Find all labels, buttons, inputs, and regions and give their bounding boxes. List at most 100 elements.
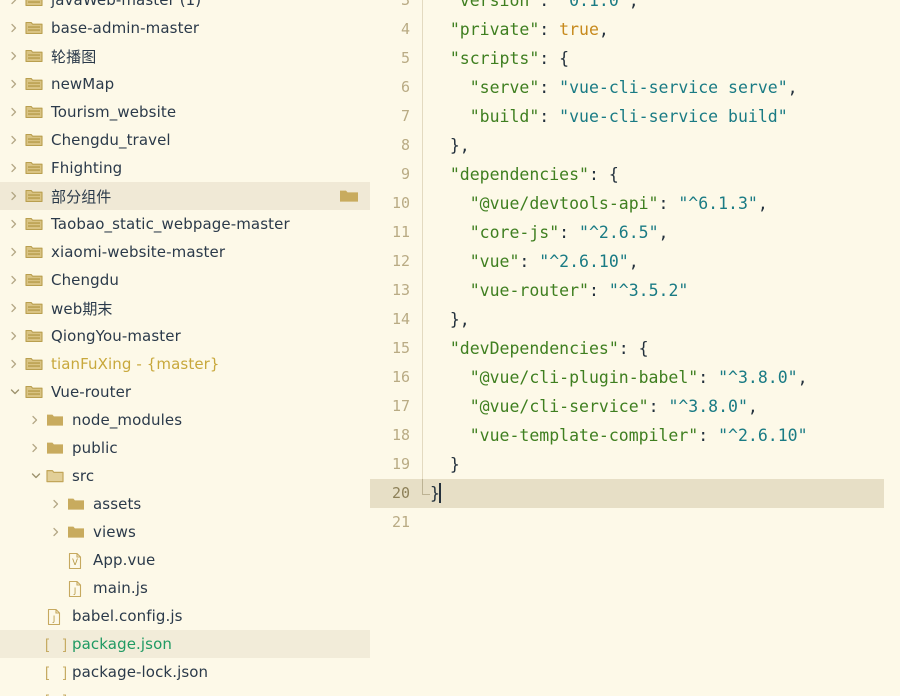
code-text: "@vue/cli-plugin-babel": "^3.8.0", (469, 368, 808, 387)
chevron-right-icon[interactable] (6, 182, 23, 210)
folder-open-outline-icon (23, 182, 45, 210)
line-number: 14 (391, 310, 410, 328)
tree-item-[interactable]: 部分组件 (0, 182, 370, 210)
code-line[interactable]: 16 "@vue/cli-plugin-babel": "^3.8.0", (370, 363, 884, 392)
tree-item[interactable]: [ ] (0, 686, 370, 696)
code-line[interactable]: 17 "@vue/cli-service": "^3.8.0", (370, 392, 884, 421)
chevron-right-icon[interactable] (48, 518, 65, 546)
chevron-right-icon[interactable] (6, 350, 23, 378)
code-line[interactable]: 8 }, (370, 131, 884, 160)
code-line[interactable]: 11 "core-js": "^2.6.5", (370, 218, 884, 247)
line-number: 4 (400, 20, 410, 38)
tree-item-[interactable]: 轮播图 (0, 42, 370, 70)
chevron-placeholder (27, 602, 44, 630)
tree-item-javaweb-master-1[interactable]: javaWeb-master (1) (0, 0, 370, 14)
tree-item-tianfuxing-master[interactable]: tianFuXing - {master} (0, 350, 370, 378)
tree-item-app-vue[interactable]: V App.vue (0, 546, 370, 574)
chevron-down-icon[interactable] (6, 378, 23, 406)
tree-item-chengdu-travel[interactable]: Chengdu_travel (0, 126, 370, 154)
chevron-right-icon[interactable] (6, 210, 23, 238)
indent-guide (422, 247, 423, 276)
line-number: 15 (391, 339, 410, 357)
line-number: 11 (391, 223, 410, 241)
code-line[interactable]: 7 "build": "vue-cli-service build" (370, 102, 884, 131)
code-line[interactable]: 18 "vue-template-compiler": "^2.6.10" (370, 421, 884, 450)
chevron-right-icon[interactable] (6, 14, 23, 42)
tree-item-base-admin-master[interactable]: base-admin-master (0, 14, 370, 42)
chevron-right-icon[interactable] (6, 126, 23, 154)
code-text: "devDependencies": { (449, 339, 649, 358)
chevron-right-icon[interactable] (6, 294, 23, 322)
indent-guide (422, 450, 423, 479)
tree-item-package-json[interactable]: [ ] package.json (0, 630, 370, 658)
tree-item-newmap[interactable]: newMap (0, 70, 370, 98)
code-line[interactable]: 10 "@vue/devtools-api": "^6.1.3", (370, 189, 884, 218)
tree-item-taobao-static-webpage-master[interactable]: Taobao_static_webpage-master (0, 210, 370, 238)
code-line[interactable]: 9 "dependencies": { (370, 160, 884, 189)
line-number: 3 (400, 0, 410, 9)
project-tree-panel[interactable]: javaWeb-master (1) base-admin-master 轮播图 ne… (0, 0, 370, 696)
chevron-placeholder (27, 630, 44, 658)
tree-item-tourism-website[interactable]: Tourism_website (0, 98, 370, 126)
tree-item-label: src (72, 467, 95, 485)
code-line[interactable]: 13 "vue-router": "^3.5.2" (370, 276, 884, 305)
chevron-right-icon[interactable] (48, 490, 65, 518)
chevron-right-icon[interactable] (6, 238, 23, 266)
chevron-right-icon[interactable] (27, 434, 44, 462)
code-line[interactable]: 14 }, (370, 305, 884, 334)
code-line[interactable]: 20} (370, 479, 884, 508)
code-line[interactable]: 21 (370, 508, 884, 537)
line-number: 8 (400, 136, 410, 154)
code-line[interactable]: 5 "scripts": { (370, 44, 884, 73)
code-line[interactable]: 4 "private": true, (370, 15, 884, 44)
code-line[interactable]: 6 "serve": "vue-cli-service serve", (370, 73, 884, 102)
tree-item-vue-router[interactable]: Vue-router (0, 378, 370, 406)
editor-pane[interactable]: 3 "version": "0.1.0", 4 "private": true, 5… (370, 0, 884, 696)
tree-item-web[interactable]: web期末 (0, 294, 370, 322)
tree-item-babel-config-js[interactable]: Jbabel.config.js (0, 602, 370, 630)
code-line[interactable]: 3 "version": "0.1.0", (370, 0, 884, 15)
chevron-right-icon[interactable] (6, 266, 23, 294)
indent-guide (422, 160, 423, 189)
indent-guide (422, 0, 423, 15)
chevron-right-icon[interactable] (6, 42, 23, 70)
tree-item-xiaomi-website-master[interactable]: xiaomi-website-master (0, 238, 370, 266)
svg-text:V: V (72, 558, 78, 568)
tree-item-label: main.js (93, 579, 148, 597)
code-line[interactable]: 15 "devDependencies": { (370, 334, 884, 363)
folder-open-outline-icon (23, 238, 45, 266)
tree-item-assets[interactable]: assets (0, 490, 370, 518)
tree-item-qiongyou-master[interactable]: QiongYou-master (0, 322, 370, 350)
code-line[interactable]: 19 } (370, 450, 884, 479)
tree-item-label: Vue-router (51, 383, 132, 401)
tree-item-chengdu[interactable]: Chengdu (0, 266, 370, 294)
tree-item-main-js[interactable]: Jmain.js (0, 574, 370, 602)
folder-solid-icon (44, 434, 66, 462)
tree-item-label: assets (93, 495, 142, 513)
tree-item-fhighting[interactable]: Fhighting (0, 154, 370, 182)
code-fold-marker[interactable] (422, 479, 430, 495)
code-text: "vue-router": "^3.5.2" (469, 281, 689, 300)
chevron-right-icon[interactable] (6, 70, 23, 98)
tree-item-package-lock-json[interactable]: [ ] package-lock.json (0, 658, 370, 686)
code-text: "@vue/cli-service": "^3.8.0", (469, 397, 758, 416)
chevron-right-icon[interactable] (6, 154, 23, 182)
chevron-right-icon[interactable] (6, 0, 23, 14)
code-content[interactable]: 3 "version": "0.1.0", 4 "private": true, 5… (370, 0, 884, 537)
chevron-placeholder (48, 574, 65, 602)
chevron-right-icon[interactable] (6, 98, 23, 126)
tree-item-public[interactable]: public (0, 434, 370, 462)
svg-text:[ ]: [ ] (46, 664, 66, 682)
folder-open-outline-icon (23, 322, 45, 350)
tree-item-views[interactable]: views (0, 518, 370, 546)
chevron-right-icon[interactable] (6, 322, 23, 350)
code-line[interactable]: 12 "vue": "^2.6.10", (370, 247, 884, 276)
chevron-down-icon[interactable] (27, 462, 44, 490)
chevron-right-icon[interactable] (27, 406, 44, 434)
tree-item-node-modules[interactable]: node_modules (0, 406, 370, 434)
code-text: "scripts": { (449, 49, 570, 68)
chevron-placeholder (27, 686, 44, 696)
indent-guide (422, 73, 423, 102)
tree-item-src[interactable]: src (0, 462, 370, 490)
line-number: 13 (391, 281, 410, 299)
